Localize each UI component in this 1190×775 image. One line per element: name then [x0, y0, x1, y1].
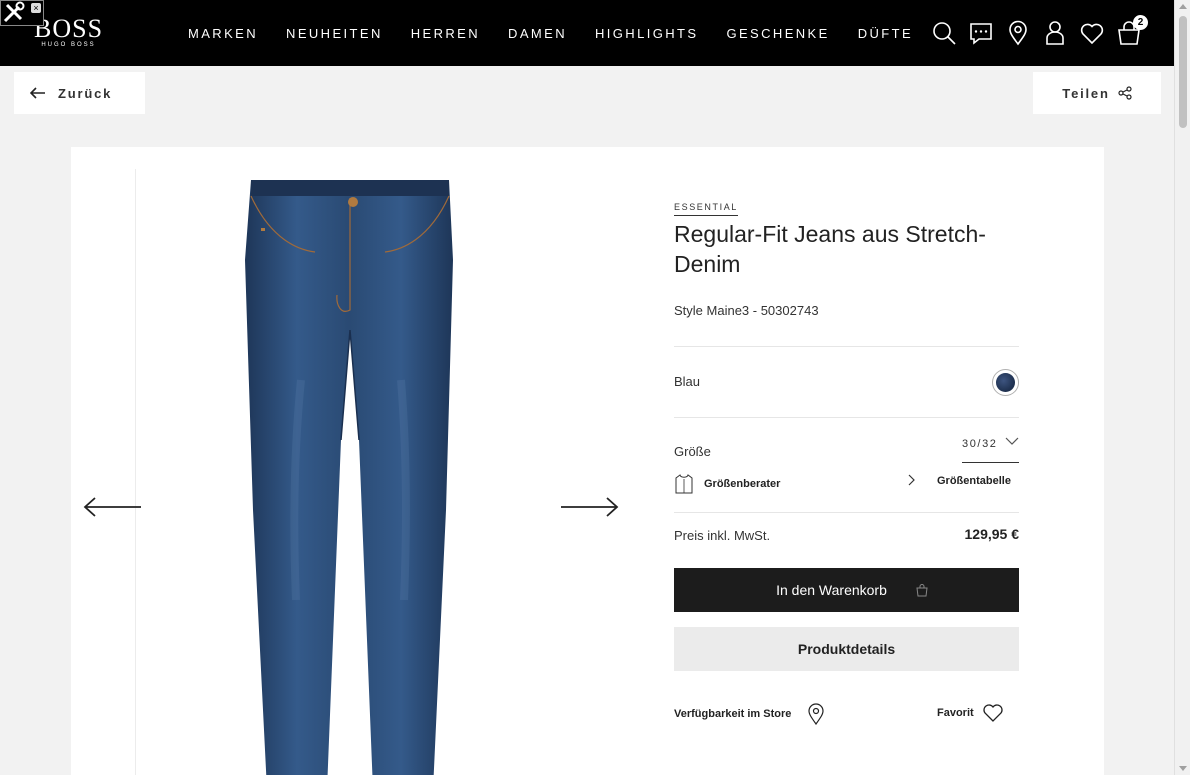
gallery-prev-arrow[interactable] [83, 495, 143, 519]
share-icon [1118, 86, 1132, 100]
product-style-number: Style Maine3 - 50302743 [674, 303, 819, 318]
favorite-label: Favorit [937, 707, 974, 719]
back-button[interactable]: Zurück [14, 72, 145, 114]
header-icons: 2 [930, 15, 1152, 47]
site-header: BOSS HUGO BOSS × MARKEN NEUHEITEN HERREN… [0, 0, 1174, 66]
shopping-bag-icon[interactable]: 2 [1115, 15, 1148, 47]
share-button-label: Teilen [1062, 85, 1110, 101]
logo-wordmark: BOSS [34, 14, 104, 43]
color-swatch-blue[interactable] [992, 369, 1019, 396]
divider [674, 512, 1019, 513]
scroll-up-arrow[interactable] [1179, 4, 1187, 9]
gallery-next-arrow[interactable] [559, 495, 619, 519]
favorite-button[interactable]: Favorit [937, 703, 1004, 723]
add-to-cart-label: In den Warenkorb [776, 582, 887, 598]
share-button[interactable]: Teilen [1033, 72, 1161, 114]
shopping-bag-icon [916, 584, 928, 597]
product-title: Regular-Fit Jeans aus Stretch-Denim [674, 221, 986, 277]
product-price: 129,95 € [964, 526, 1020, 542]
swatch-fill [996, 373, 1015, 392]
divider [674, 417, 1019, 418]
cart-count-badge: 2 [1133, 15, 1148, 30]
devtools-overlay-button[interactable]: × [0, 0, 44, 26]
shirt-icon [675, 474, 693, 494]
size-table-link[interactable]: Größentabelle [937, 475, 1011, 487]
chevron-down-icon [1005, 437, 1019, 445]
nav-item-damen[interactable]: DAMEN [508, 26, 567, 41]
size-advisor-link[interactable]: Größenberater [674, 473, 780, 495]
nav-item-geschenke[interactable]: GESCHENKE [726, 26, 829, 41]
store-availability-link[interactable]: Verfügbarkeit im Store [674, 703, 825, 725]
arrow-right-icon [561, 497, 619, 517]
arrow-left-icon [30, 87, 45, 99]
chevron-right-icon[interactable] [906, 473, 916, 487]
size-select[interactable]: 30/32 [962, 435, 1019, 463]
product-details-button[interactable]: Produktdetails [674, 627, 1019, 671]
tools-icon [3, 1, 25, 23]
nav-item-highlights[interactable]: HIGHLIGHTS [595, 26, 698, 41]
product-image-gallery [71, 147, 641, 775]
nav-item-herren[interactable]: HERREN [411, 26, 480, 41]
logo-subtitle: HUGO BOSS [41, 42, 96, 48]
product-line-label: ESSENTIAL [674, 202, 738, 216]
gallery-divider [135, 169, 136, 775]
color-label: Blau [674, 374, 701, 389]
divider [674, 346, 1019, 347]
size-advisor-label: Größenberater [704, 478, 781, 490]
nav-item-marken[interactable]: MARKEN [188, 26, 258, 41]
page-scrollbar[interactable] [1174, 0, 1190, 775]
nav-item-duefte[interactable]: DÜFTE [858, 26, 913, 41]
nav-item-neuheiten[interactable]: NEUHEITEN [286, 26, 383, 41]
size-select-value: 30/32 [962, 438, 998, 450]
close-icon[interactable]: × [31, 3, 41, 13]
heart-icon [983, 704, 1003, 722]
back-button-label: Zurück [58, 85, 113, 101]
heart-icon[interactable] [1078, 19, 1106, 47]
price-label: Preis inkl. MwSt. [674, 528, 771, 543]
size-label: Größe [674, 444, 711, 459]
chat-icon[interactable] [967, 19, 995, 47]
scrollbar-thumb[interactable] [1179, 16, 1187, 128]
add-to-cart-button[interactable]: In den Warenkorb [674, 568, 1019, 612]
product-card: ESSENTIAL Regular-Fit Jeans aus Stretch-… [71, 147, 1104, 775]
scroll-down-arrow[interactable] [1179, 766, 1187, 771]
arrow-left-icon [83, 497, 141, 517]
boss-logo[interactable]: BOSS HUGO BOSS [34, 14, 104, 49]
user-icon[interactable] [1041, 19, 1069, 47]
search-icon[interactable] [930, 19, 958, 47]
location-pin-icon [808, 703, 824, 725]
main-nav: MARKEN NEUHEITEN HERREN DAMEN HIGHLIGHTS… [174, 0, 927, 66]
store-availability-label: Verfügbarkeit im Store [674, 708, 792, 720]
product-image-jeans[interactable] [241, 180, 459, 775]
location-pin-icon[interactable] [1004, 19, 1032, 47]
